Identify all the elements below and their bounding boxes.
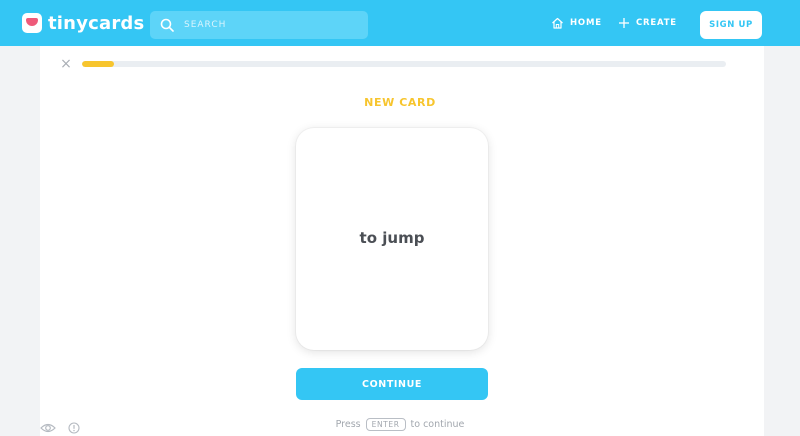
nav-home-label: HOME [570, 18, 602, 28]
nav-create-link[interactable]: CREATE [618, 16, 677, 30]
search-input[interactable] [184, 20, 354, 30]
plus-icon [619, 18, 629, 28]
close-icon[interactable]: × [60, 57, 72, 71]
nav-home-link[interactable]: HOME [551, 16, 602, 30]
tinycards-logo-icon [22, 13, 42, 33]
keyboard-hint: Press ENTER to continue [0, 418, 800, 431]
info-icon[interactable] [68, 422, 80, 434]
logo[interactable]: tinycards [22, 12, 144, 34]
continue-button[interactable]: CONTINUE [296, 368, 488, 400]
logo-text: tinycards [48, 12, 145, 34]
top-navigation-bar: tinycards HOME CREATE SIGN UP [0, 0, 800, 46]
eye-icon[interactable] [40, 422, 56, 434]
flashcard[interactable]: to jump [296, 128, 488, 350]
search-bar[interactable] [150, 11, 368, 39]
sign-up-button[interactable]: SIGN UP [700, 11, 762, 39]
progress-bar [82, 61, 726, 67]
hint-suffix: to continue [410, 419, 465, 430]
bottom-toolbar [40, 422, 80, 434]
flashcard-text: to jump [359, 229, 425, 247]
enter-key-badge: ENTER [365, 418, 406, 431]
card-type-label: NEW CARD [364, 96, 436, 109]
home-icon [552, 17, 563, 29]
nav-create-label: CREATE [636, 18, 677, 28]
hint-prefix: Press [335, 419, 361, 430]
search-icon [160, 18, 174, 32]
progress-fill [82, 61, 115, 67]
